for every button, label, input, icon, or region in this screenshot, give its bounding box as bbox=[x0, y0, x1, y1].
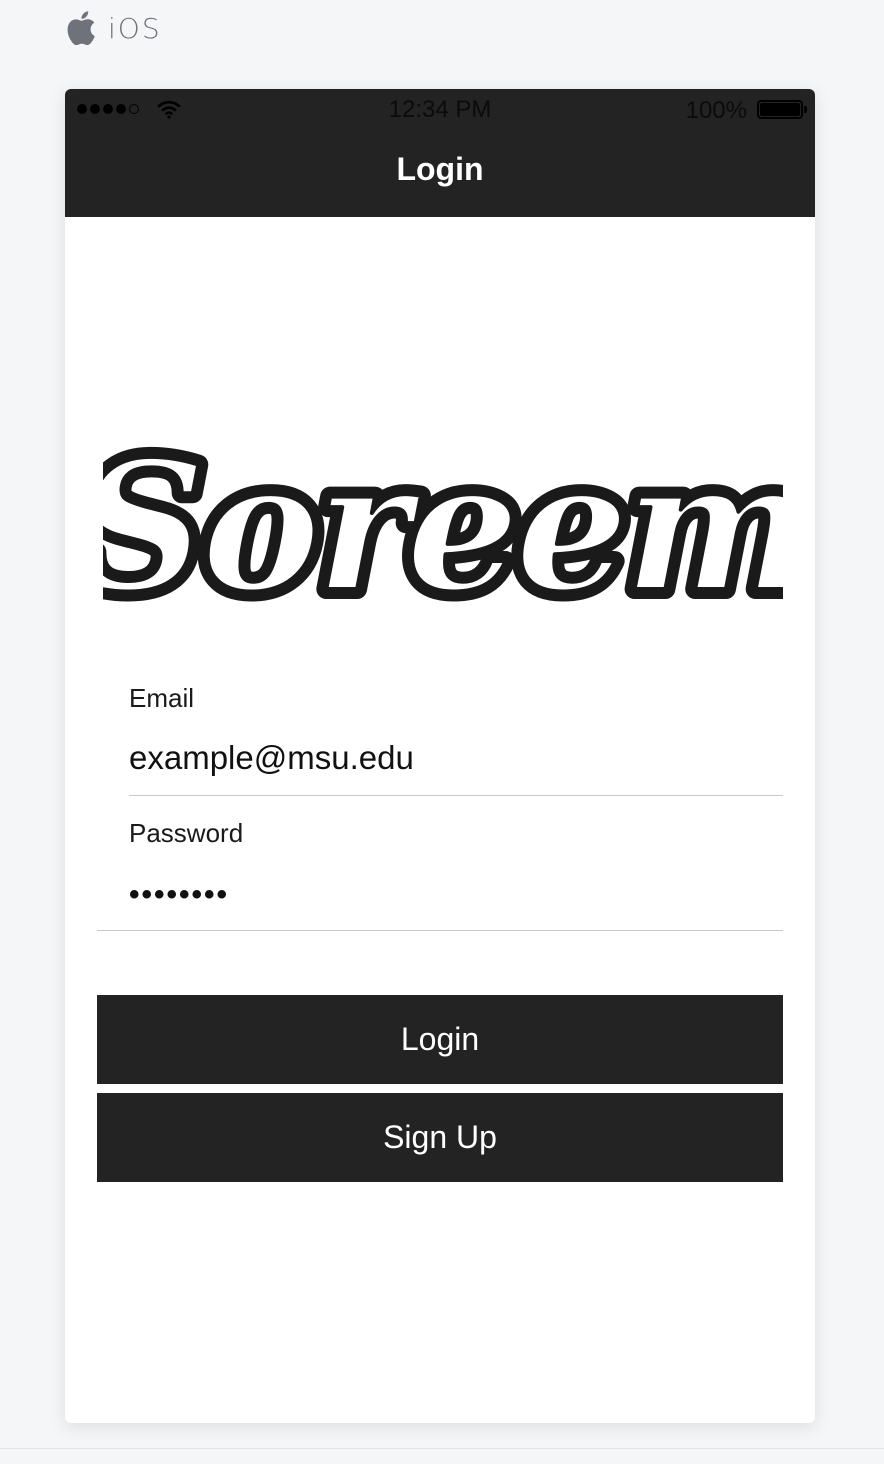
apple-logo-icon bbox=[66, 11, 96, 45]
platform-name: iOS bbox=[108, 11, 162, 45]
battery-percent: 100% bbox=[685, 97, 747, 124]
phone-screen: 12:34 PM 100% Login Soreem Soreem Email … bbox=[65, 89, 815, 1423]
battery-full-icon bbox=[757, 100, 807, 119]
svg-text:Soreem: Soreem bbox=[103, 422, 783, 631]
status-bar: 12:34 PM 100% bbox=[65, 89, 815, 129]
password-field[interactable]: •••••••• bbox=[129, 878, 229, 912]
navigation-bar: 12:34 PM 100% Login bbox=[65, 89, 815, 217]
nav-title: Login bbox=[396, 151, 484, 187]
page: iOS 12:34 PM 100% Login Soreem Soreem Em… bbox=[0, 0, 884, 1464]
password-label: Password bbox=[129, 818, 244, 848]
sign-up-button[interactable]: Sign Up bbox=[97, 1093, 783, 1182]
page-divider bbox=[0, 1448, 884, 1449]
platform-label: iOS bbox=[66, 8, 162, 48]
soreem-logo: Soreem Soreem bbox=[67, 359, 815, 654]
login-button[interactable]: Login bbox=[97, 995, 783, 1084]
email-field[interactable]: example@msu.edu bbox=[129, 739, 414, 777]
email-label: Email bbox=[129, 683, 195, 713]
password-underline bbox=[97, 930, 783, 931]
email-underline bbox=[129, 795, 783, 796]
